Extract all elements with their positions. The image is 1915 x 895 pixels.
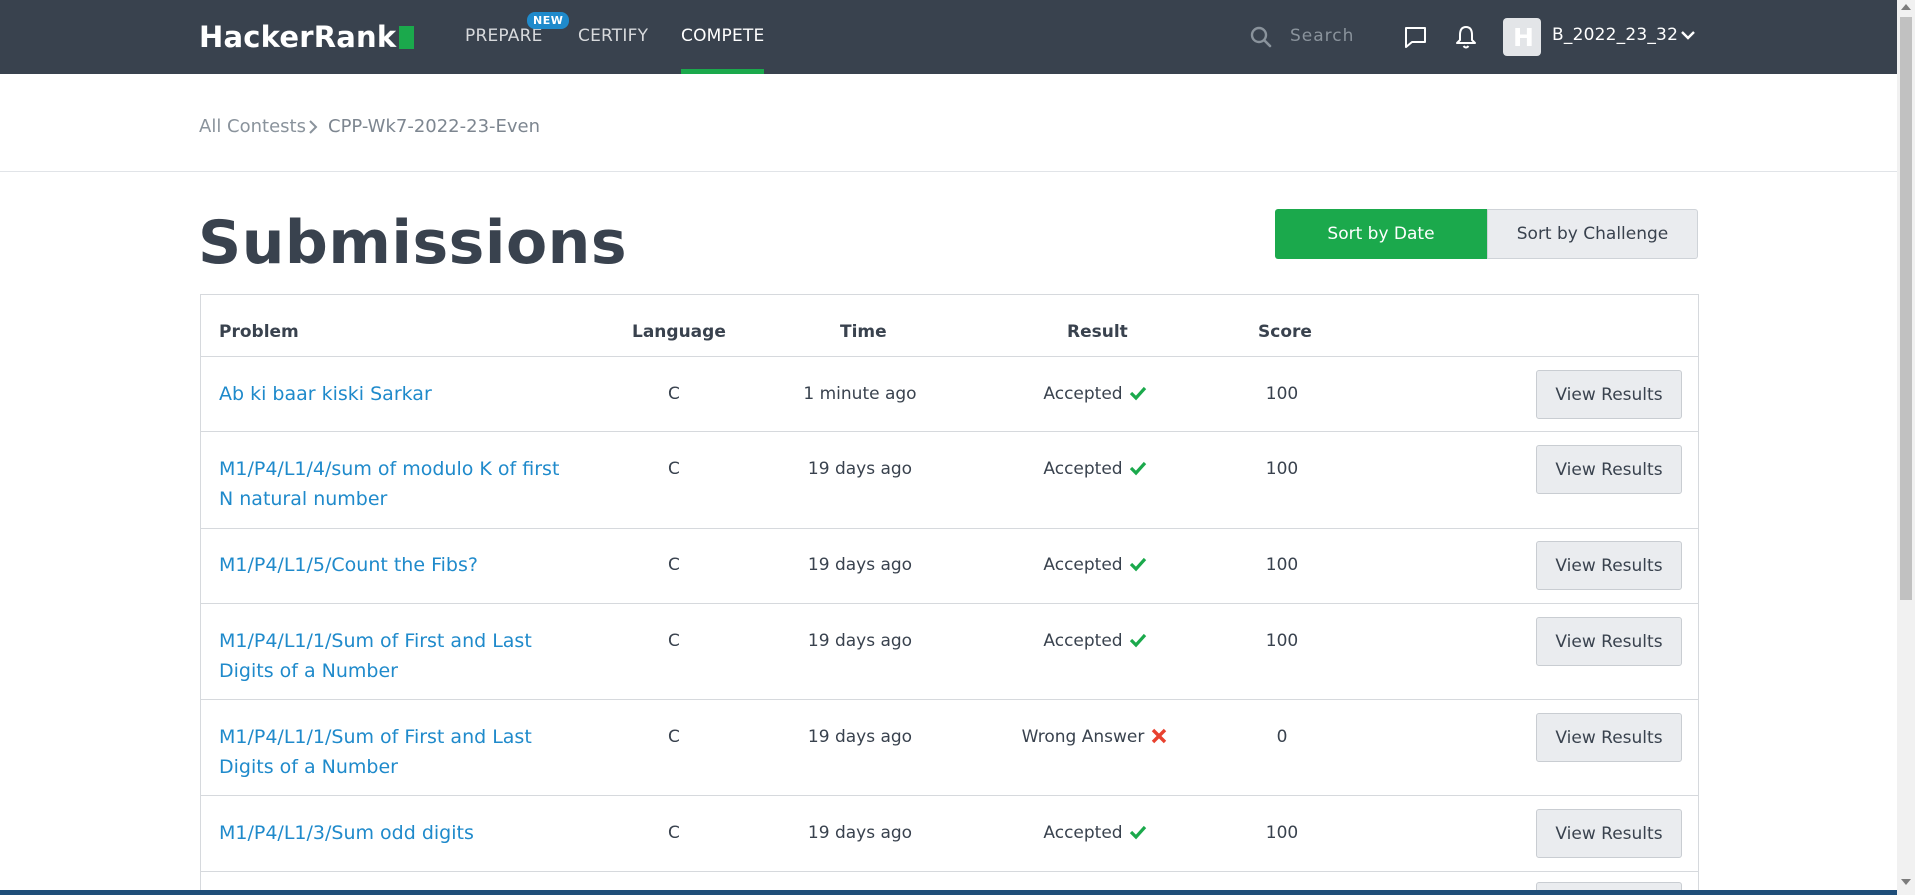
scroll-down-icon[interactable] <box>1901 879 1911 885</box>
scroll-up-icon[interactable] <box>1901 4 1911 10</box>
row-divider <box>200 528 1699 529</box>
language-cell: C <box>668 459 680 479</box>
result-cell: Accepted <box>995 823 1195 843</box>
page-title: Submissions <box>198 208 628 278</box>
result-text: Accepted <box>1043 555 1123 575</box>
language-cell: C <box>668 823 680 843</box>
view-results-button[interactable]: View Results <box>1536 541 1682 590</box>
header-language: Language <box>632 322 726 342</box>
avatar-letter: H <box>1513 23 1534 52</box>
avatar[interactable]: H <box>1503 18 1541 56</box>
time-cell: 19 days ago <box>807 823 913 843</box>
language-cell: C <box>668 631 680 651</box>
language-cell: C <box>668 384 680 404</box>
check-icon <box>1129 461 1146 476</box>
result-cell: Accepted <box>995 384 1195 404</box>
x-mark-icon <box>1152 728 1167 744</box>
search-icon[interactable] <box>1250 26 1272 48</box>
time-cell: 19 days ago <box>807 727 913 747</box>
search-input[interactable]: Search <box>1290 26 1354 46</box>
view-results-button[interactable]: View Results <box>1536 445 1682 494</box>
nav-prepare[interactable]: PREPARE <box>465 26 543 46</box>
header-time: Time <box>840 322 887 342</box>
row-divider <box>200 699 1699 700</box>
bottom-strip <box>0 890 1897 895</box>
result-text: Accepted <box>1043 823 1123 843</box>
check-icon <box>1129 386 1146 401</box>
score-cell: 100 <box>1265 459 1299 479</box>
sort-by-challenge-button[interactable]: Sort by Challenge <box>1487 209 1698 259</box>
header-problem: Problem <box>219 322 299 342</box>
row-divider <box>200 603 1699 604</box>
result-text: Accepted <box>1043 384 1123 404</box>
scrollbar-thumb[interactable] <box>1900 17 1912 600</box>
score-cell: 100 <box>1265 631 1299 651</box>
language-cell: C <box>668 555 680 575</box>
nav-compete[interactable]: COMPETE <box>681 26 764 46</box>
notification-bell-icon[interactable] <box>1454 24 1478 50</box>
message-icon[interactable] <box>1403 25 1428 49</box>
result-cell: Accepted <box>995 555 1195 575</box>
view-results-button[interactable]: View Results <box>1536 809 1682 858</box>
problem-link[interactable]: Ab ki baar kiski Sarkar <box>219 379 569 409</box>
breadcrumb-current: CPP-Wk7-2022-23-Even <box>328 116 541 137</box>
language-cell: C <box>668 727 680 747</box>
time-cell: 19 days ago <box>807 555 913 575</box>
chevron-down-icon[interactable] <box>1680 27 1696 43</box>
problem-link[interactable]: M1/P4/L1/1/Sum of First and Last Digits … <box>219 722 569 782</box>
sort-by-date-button[interactable]: Sort by Date <box>1275 209 1487 259</box>
check-icon <box>1129 633 1146 648</box>
check-icon <box>1129 557 1146 572</box>
logo-text: HackerRank <box>199 20 397 54</box>
time-cell: 19 days ago <box>807 631 913 651</box>
score-cell: 0 <box>1276 727 1288 747</box>
row-divider <box>200 431 1699 432</box>
result-text: Accepted <box>1043 631 1123 651</box>
view-results-button[interactable]: View Results <box>1536 713 1682 762</box>
score-cell: 100 <box>1265 555 1299 575</box>
check-icon <box>1129 825 1146 840</box>
view-results-button[interactable]: View Results <box>1536 370 1682 419</box>
time-cell: 1 minute ago <box>803 384 917 404</box>
row-divider <box>200 871 1699 872</box>
result-text: Accepted <box>1043 459 1123 479</box>
result-text: Wrong Answer <box>1021 727 1145 747</box>
row-divider <box>200 356 1699 357</box>
logo[interactable]: HackerRank <box>199 20 415 54</box>
view-results-button[interactable]: View Results <box>1536 617 1682 666</box>
header-result: Result <box>1067 322 1128 342</box>
problem-link[interactable]: M1/P4/L1/5/Count the Fibs? <box>219 550 569 580</box>
problem-link[interactable]: M1/P4/L1/4/sum of modulo K of first N na… <box>219 454 569 514</box>
time-cell: 19 days ago <box>807 459 913 479</box>
top-nav: HackerRank PREPARE NEW CERTIFY COMPETE S… <box>0 0 1897 74</box>
chevron-right-icon <box>309 120 318 134</box>
logo-mark <box>399 26 415 49</box>
new-badge: NEW <box>527 12 570 29</box>
result-cell: Wrong Answer <box>995 727 1195 747</box>
row-divider <box>200 795 1699 796</box>
header-score: Score <box>1258 322 1312 342</box>
breadcrumb-all-contests[interactable]: All Contests <box>199 116 306 137</box>
score-cell: 100 <box>1265 823 1299 843</box>
score-cell: 100 <box>1265 384 1299 404</box>
nav-certify[interactable]: CERTIFY <box>578 26 648 46</box>
result-cell: Accepted <box>995 631 1195 651</box>
result-cell: Accepted <box>995 459 1195 479</box>
username[interactable]: B_2022_23_32 <box>1552 25 1678 45</box>
problem-link[interactable]: M1/P4/L1/1/Sum of First and Last Digits … <box>219 626 569 686</box>
problem-link[interactable]: M1/P4/L1/3/Sum odd digits <box>219 818 569 848</box>
